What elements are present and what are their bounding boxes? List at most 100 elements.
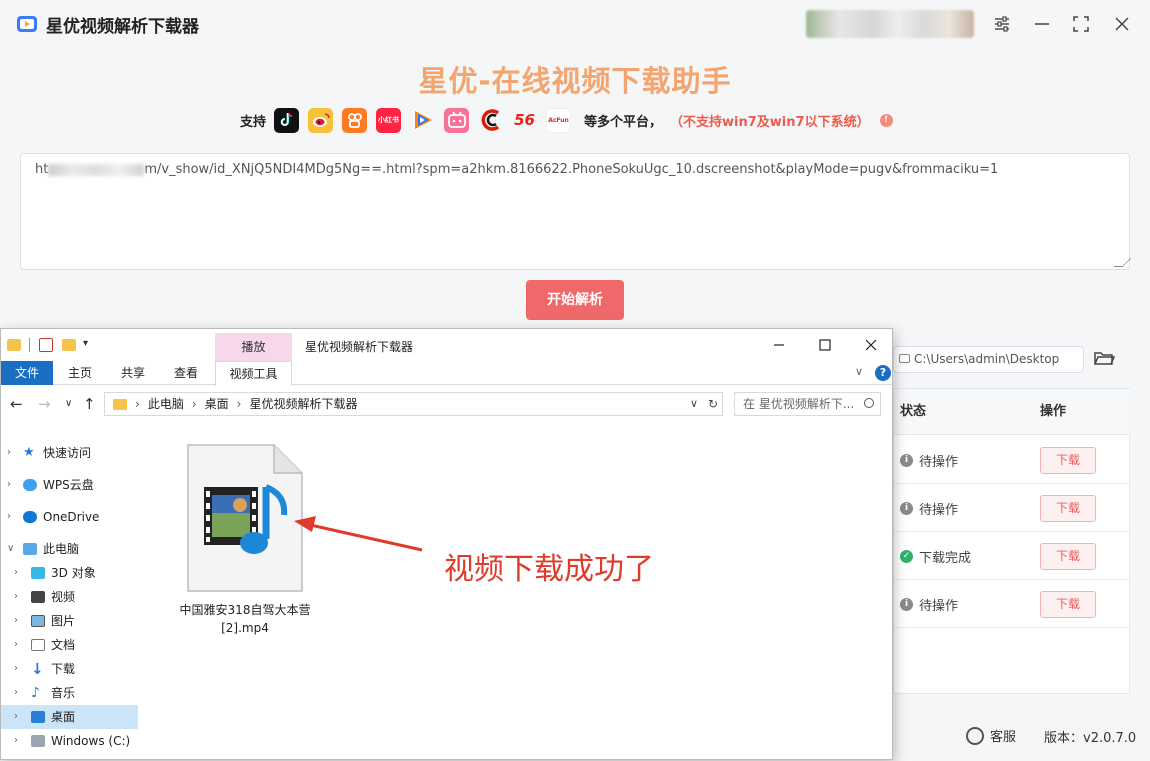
chevron-right-icon[interactable]: ›: [14, 657, 18, 681]
nav-item-onedrive[interactable]: › OneDrive: [1, 505, 138, 529]
video-file-icon[interactable]: [186, 443, 304, 593]
table-header: [894, 389, 1130, 435]
chevron-down-icon[interactable]: ▾: [83, 338, 97, 352]
nav-item-pictures[interactable]: › 图片: [1, 609, 138, 633]
headset-icon: [966, 726, 984, 745]
bilibili-icon: [444, 107, 470, 133]
tab-home[interactable]: 主页: [58, 361, 102, 385]
recent-dropdown-icon[interactable]: ∨: [65, 398, 72, 409]
maximize-icon[interactable]: [1069, 12, 1093, 36]
start-parse-button[interactable]: 开始解析: [526, 280, 624, 320]
tab-file[interactable]: 文件: [1, 361, 53, 385]
nav-item-windows-c[interactable]: › Windows (C:): [1, 729, 138, 753]
info-status-icon: i: [900, 598, 913, 611]
minimize-icon[interactable]: [1030, 12, 1054, 36]
title-bar: 星优视频解析下载器: [0, 0, 1150, 46]
customer-service-button[interactable]: 客服: [966, 726, 1016, 745]
nav-item-3d-objects[interactable]: › 3D 对象: [1, 561, 138, 585]
computer-icon: [23, 543, 37, 555]
breadcrumb-item[interactable]: 星优视频解析下载器: [249, 397, 357, 411]
file-name-line1: 中国雅安318自驾大本营: [179, 603, 311, 617]
chevron-down-icon[interactable]: ∨: [855, 365, 863, 378]
tab-view[interactable]: 查看: [164, 361, 208, 385]
tab-video-tools[interactable]: 视频工具: [215, 361, 292, 386]
nav-label: 3D 对象: [51, 566, 96, 580]
nav-label: 此电脑: [43, 542, 80, 556]
nav-item-this-pc[interactable]: ∨ 此电脑: [1, 537, 138, 561]
table-row: ✓ 下载完成 下载: [894, 532, 1130, 580]
explorer-title: 星优视频解析下载器: [305, 340, 414, 354]
chevron-right-icon[interactable]: ›: [14, 705, 18, 729]
table-row: i 待操作 下载: [894, 436, 1130, 484]
nav-item-wps-cloud[interactable]: › WPS云盘: [1, 473, 138, 497]
file-name[interactable]: 中国雅安318自驾大本营 [2].mp4: [172, 601, 318, 637]
settings-icon[interactable]: [990, 12, 1014, 36]
back-arrow-icon[interactable]: ←: [10, 395, 23, 413]
close-icon[interactable]: [1110, 12, 1134, 36]
nav-label: 下载: [51, 662, 76, 676]
info-status-icon: i: [900, 502, 913, 515]
chevron-right-icon[interactable]: ›: [7, 505, 11, 529]
chevron-right-icon[interactable]: ›: [14, 609, 18, 633]
task-table: 状态 操作 i 待操作 下载 i 待操作 下载 ✓ 下载完成 下载 i 待操作 下载: [893, 388, 1130, 694]
help-icon[interactable]: ?: [875, 365, 891, 381]
star-icon: ★: [23, 445, 35, 460]
film-icon: [31, 591, 45, 603]
download-button[interactable]: 下载: [1040, 447, 1096, 474]
nav-item-desktop[interactable]: › 桌面: [1, 705, 138, 729]
new-folder-icon[interactable]: [62, 339, 76, 351]
up-arrow-icon[interactable]: ↑: [83, 395, 96, 413]
url-input[interactable]: ht m/v_show/id_XNjQ5NDI4MDg5Ng==.html?spm…: [20, 153, 1132, 270]
chevron-right-icon[interactable]: ›: [14, 729, 18, 753]
address-bar[interactable]: › 此电脑 › 桌面 › 星优视频解析下载器 ∨ ↻: [104, 392, 723, 416]
properties-icon[interactable]: [39, 338, 53, 352]
download-button[interactable]: 下载: [1040, 543, 1096, 570]
chevron-right-icon[interactable]: ›: [7, 441, 11, 465]
weibo-icon: [308, 107, 334, 133]
chevron-right-icon[interactable]: ›: [14, 633, 18, 657]
save-path-field[interactable]: C:\Users\admin\Desktop: [893, 346, 1084, 373]
annotation-arrow-icon: [294, 516, 423, 552]
save-path-text: C:\Users\admin\Desktop: [914, 352, 1060, 366]
info-icon[interactable]: !: [879, 113, 893, 127]
download-button[interactable]: 下载: [1040, 591, 1096, 618]
search-input[interactable]: 在 星优视频解析下...: [734, 392, 881, 416]
document-icon: [31, 639, 45, 651]
resize-grip-icon[interactable]: [1113, 258, 1132, 267]
check-status-icon: ✓: [900, 550, 913, 563]
download-button[interactable]: 下载: [1040, 495, 1096, 522]
nav-item-music[interactable]: › ♪ 音乐: [1, 681, 138, 705]
status-cell: i 待操作: [900, 451, 958, 470]
tab-share[interactable]: 共享: [111, 361, 155, 385]
table-row: i 待操作 下载: [894, 580, 1130, 628]
onedrive-icon: [23, 511, 37, 523]
forward-arrow-icon[interactable]: →: [38, 395, 51, 413]
chevron-right-icon[interactable]: ›: [14, 681, 18, 705]
chevron-right-icon[interactable]: ›: [14, 585, 18, 609]
user-avatar[interactable]: [806, 10, 974, 38]
breadcrumb-item[interactable]: 桌面: [205, 397, 229, 411]
nav-item-videos[interactable]: › 视频: [1, 585, 138, 609]
refresh-icon[interactable]: ↻: [708, 393, 718, 415]
banner-title: 星优-在线视频下载助手: [418, 64, 732, 98]
nav-label: Windows (C:): [51, 734, 131, 748]
status-column-header: 状态: [900, 404, 927, 419]
chevron-right-icon[interactable]: ›: [7, 473, 11, 497]
address-dropdown-icon[interactable]: ∨: [690, 393, 698, 415]
open-folder-icon[interactable]: [1093, 347, 1115, 369]
nav-item-documents[interactable]: › 文档: [1, 633, 138, 657]
search-icon[interactable]: [864, 398, 874, 408]
nav-item-downloads[interactable]: › ↓ 下载: [1, 657, 138, 681]
chevron-down-icon[interactable]: ∨: [7, 537, 14, 561]
separator: [29, 338, 30, 352]
nav-item-quick-access[interactable]: › ★ 快速访问: [1, 441, 138, 465]
maximize-icon[interactable]: [813, 335, 837, 355]
chevron-right-icon[interactable]: ›: [14, 561, 18, 585]
status-text: 下载完成: [919, 551, 972, 566]
explorer-title-bar: ▾ 播放 星优视频解析下载器: [1, 329, 892, 361]
app-title: 星优视频解析下载器: [46, 17, 199, 37]
close-icon[interactable]: [859, 335, 883, 355]
breadcrumb-item[interactable]: 此电脑: [148, 397, 184, 411]
play-tab-group[interactable]: 播放: [215, 333, 292, 361]
minimize-icon[interactable]: [767, 335, 791, 355]
